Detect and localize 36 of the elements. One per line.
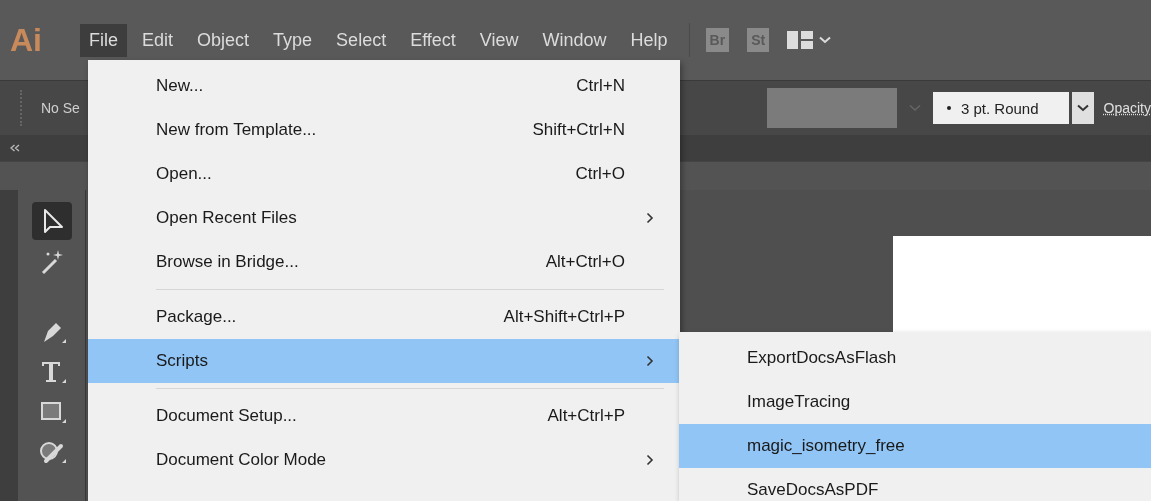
brush-definition-field[interactable]: 3 pt. Round bbox=[932, 92, 1069, 124]
layout-icon bbox=[787, 31, 814, 49]
menu-item[interactable]: Package... Alt+Shift+Ctrl+P bbox=[88, 295, 680, 339]
color-field[interactable] bbox=[766, 88, 897, 128]
menu-item[interactable]: Edit bbox=[133, 23, 183, 57]
menu-item[interactable]: Open... Ctrl+O bbox=[88, 152, 680, 196]
menu-item[interactable]: magic_isometry_free bbox=[679, 424, 1151, 468]
menu-item[interactable]: SaveDocsAsPDF bbox=[679, 468, 1151, 501]
menu-item[interactable]: ExportDocsAsFlash bbox=[679, 336, 1151, 380]
menu-item[interactable]: Document Setup... Alt+Ctrl+P bbox=[88, 394, 680, 438]
menu-item[interactable]: Help bbox=[621, 23, 677, 57]
opacity-link[interactable]: Opacity bbox=[1103, 100, 1151, 116]
menu-item[interactable]: Effect bbox=[401, 23, 465, 57]
menu-item[interactable]: File bbox=[80, 23, 127, 57]
selection-status-label: No Se bbox=[41, 100, 80, 116]
menu-item[interactable]: Select bbox=[327, 23, 396, 57]
menu-item[interactable]: ImageTracing bbox=[679, 380, 1151, 424]
collapse-panel-icon[interactable] bbox=[10, 144, 20, 152]
menu-item[interactable]: Type bbox=[264, 23, 322, 57]
workspace-switcher[interactable] bbox=[787, 31, 832, 49]
menu-item[interactable]: Window bbox=[533, 23, 616, 57]
caret-icon bbox=[819, 36, 832, 44]
app-logo: Ai bbox=[10, 21, 43, 59]
menu-item[interactable]: Document Color Mode bbox=[88, 438, 680, 482]
menu-item[interactable]: Scripts bbox=[88, 339, 680, 383]
menu-item[interactable]: Open Recent Files bbox=[88, 196, 680, 240]
dropdown-button[interactable] bbox=[1071, 92, 1094, 124]
selection-tool-button[interactable] bbox=[31, 202, 72, 240]
menu-item[interactable]: New from Template... Shift+Ctrl+N bbox=[88, 108, 680, 152]
caret-icon bbox=[1076, 104, 1089, 112]
menu-item[interactable]: Object bbox=[188, 23, 259, 57]
dot-icon bbox=[946, 106, 951, 110]
caret-icon bbox=[908, 104, 921, 112]
menu-item[interactable]: Browse in Bridge... Alt+Ctrl+O bbox=[88, 240, 680, 284]
menu-item[interactable]: New... Ctrl+N bbox=[88, 64, 680, 108]
menu-item[interactable]: View bbox=[470, 23, 528, 57]
